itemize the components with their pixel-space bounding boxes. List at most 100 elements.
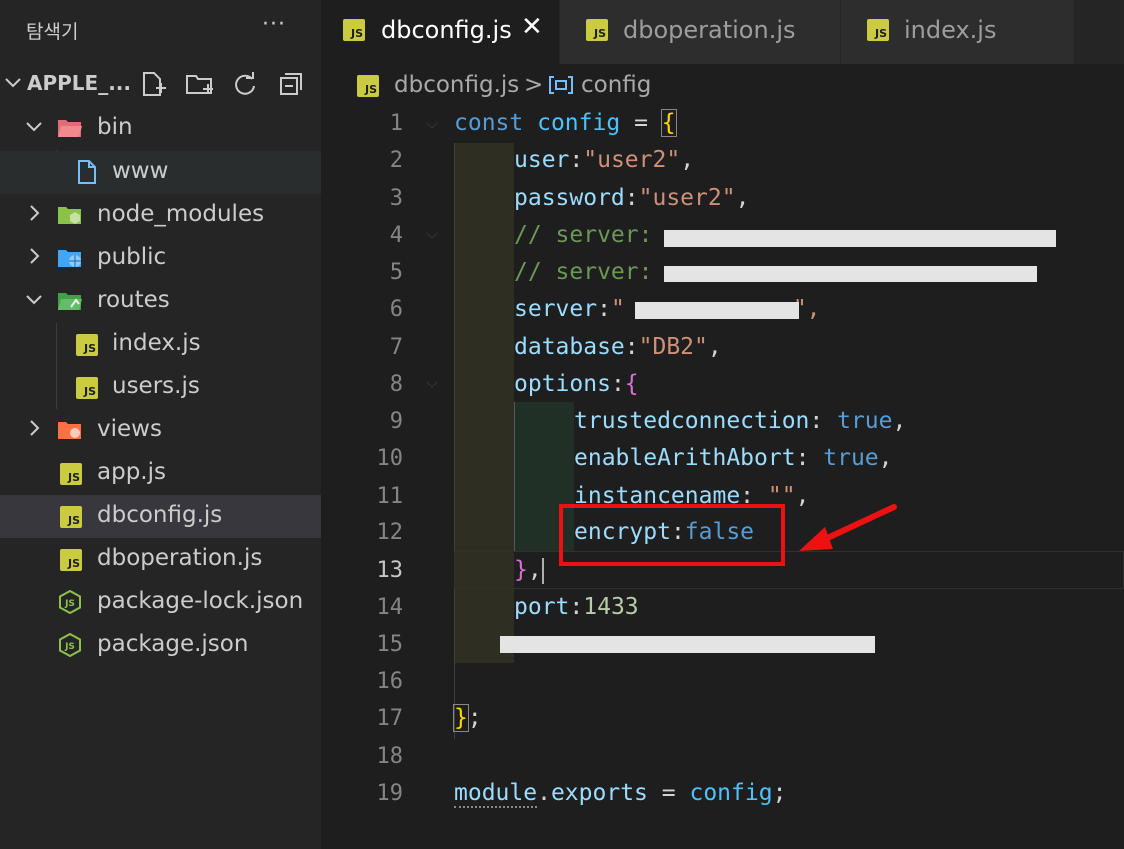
line-number: 11 [376,484,404,509]
tab-index-js[interactable]: JS index.js [841,0,1075,64]
folder-views-icon [58,422,81,439]
workspace-root-label: APPLE_... [27,71,131,95]
line-number: 5 [389,260,403,285]
line-number: 18 [376,744,404,769]
line-number: 9 [389,409,403,434]
tree-item-label: dbconfig.js [97,502,223,528]
breadcrumb-separator: > [524,72,544,98]
line-number: 7 [389,335,403,360]
code-line-2[interactable]: user:"user2", [514,147,694,173]
line-number: 10 [376,446,404,471]
close-icon[interactable]: ✕ [521,12,543,42]
code-line-9[interactable]: trustedconnection: true, [574,408,906,434]
code-editor[interactable]: 1 2 3 4 5 6 7 8 9 10 11 12 13 14 15 16 1… [321,106,1124,849]
tree-item-bin[interactable]: bin [0,107,321,150]
indent-guide [514,402,515,552]
tree-item-routes[interactable]: routes [0,280,321,323]
explorer-sidebar: 탐색기 ··· APPLE_... bin www node_modules p… [0,0,321,849]
line-number: 6 [389,297,403,322]
tree-item-node-modules[interactable]: node_modules [0,194,321,237]
collapse-all-icon[interactable] [276,69,306,99]
file-icon [78,160,96,184]
code-line-19[interactable]: module.exports = config; [454,780,786,808]
tab-label: dboperation.js [623,16,796,44]
tree-item-label: bin [97,114,133,140]
current-line-highlight [454,551,1124,589]
code-line-8[interactable]: options:{ [514,371,639,397]
annotation-arrow-icon [799,504,897,551]
tree-item-package-json[interactable]: JS package.json [0,624,321,667]
tree-item-dbconfig-js[interactable]: JS dbconfig.js [0,495,321,538]
tree-item-app-js[interactable]: JS app.js [0,452,321,495]
tree-item-users-js[interactable]: JS users.js [0,366,321,409]
chevron-right-icon [30,248,40,264]
code-line-10[interactable]: enableArithAbort: true, [574,445,893,471]
tree-item-dboperation-js[interactable]: JS dboperation.js [0,538,321,581]
redacted-region [664,230,1056,247]
line-number: 1 [389,111,403,136]
new-folder-icon[interactable] [184,69,214,99]
js-file-icon: JS [343,19,365,41]
code-line-17[interactable]: }; [453,704,482,732]
js-file-icon: JS [867,19,889,41]
code-line-1[interactable]: const config = { [454,109,677,137]
code-line-3[interactable]: password:"user2", [514,185,749,211]
code-line-14[interactable]: port:1433 [514,594,639,620]
tree-item-public[interactable]: public [0,237,321,280]
line-number: 8 [389,372,403,397]
editor-tab-bar: JS dbconfig.js ✕ JS dboperation.js JS in… [321,0,1124,64]
tree-item-package-lock-json[interactable]: JS package-lock.json [0,581,321,624]
tree-item-label: app.js [97,459,166,485]
fold-chevron-icon[interactable] [424,377,440,393]
fold-chevron-icon[interactable] [424,118,440,134]
line-number: 15 [376,632,404,657]
js-file-icon: JS [60,549,82,571]
tree-item-label: index.js [112,330,201,356]
chevron-right-icon [30,205,40,221]
tree-item-label: routes [97,287,170,313]
tree-item-routes-index-js[interactable]: JS index.js [0,323,321,366]
fold-chevron-icon[interactable] [424,228,440,244]
folder-node-icon [58,207,81,224]
js-file-icon: JS [357,75,379,97]
workspace-root[interactable]: APPLE_... [0,63,321,106]
tab-dbconfig-js[interactable]: JS dbconfig.js ✕ [321,0,560,64]
code-line-4[interactable]: // server: [514,222,652,248]
text-cursor [541,557,544,584]
code-line-7[interactable]: database:"DB2", [514,334,722,360]
more-actions-button[interactable]: ··· [262,12,286,37]
redacted-region [500,636,875,653]
redacted-region [635,302,799,319]
new-file-icon[interactable] [137,69,167,99]
chevron-down-icon [26,295,42,305]
chevron-down-icon [26,122,42,132]
breadcrumb-symbol[interactable]: config [581,72,651,98]
tree-item-label: www [112,158,169,184]
variable-symbol-icon [549,76,573,94]
line-number: 14 [376,595,404,620]
breadcrumb-file[interactable]: dbconfig.js [394,72,519,98]
tree-item-label: dboperation.js [97,545,263,571]
code-line-13[interactable]: }, [514,557,544,584]
nodejs-icon: JS [59,590,81,614]
line-number: 19 [376,781,404,806]
svg-text:JS: JS [64,642,75,652]
tree-item-www[interactable]: www [0,151,321,194]
svg-text:JS: JS [64,599,75,609]
tree-item-label: users.js [112,373,200,399]
tree-item-label: views [97,416,162,442]
tree-item-views[interactable]: views [0,409,321,452]
tree-item-label: node_modules [97,201,265,227]
js-file-icon: JS [76,334,98,356]
code-line-5[interactable]: // server: [514,259,652,285]
tab-dboperation-js[interactable]: JS dboperation.js [560,0,841,64]
line-number: 4 [389,223,403,248]
js-file-icon: JS [586,19,608,41]
tree-item-label: public [97,244,167,270]
line-number: 3 [389,186,403,211]
folder-routes-icon [58,293,82,310]
redacted-region [664,266,1037,282]
chevron-down-icon [5,78,21,88]
refresh-icon[interactable] [230,69,260,99]
line-number: 17 [376,706,404,731]
